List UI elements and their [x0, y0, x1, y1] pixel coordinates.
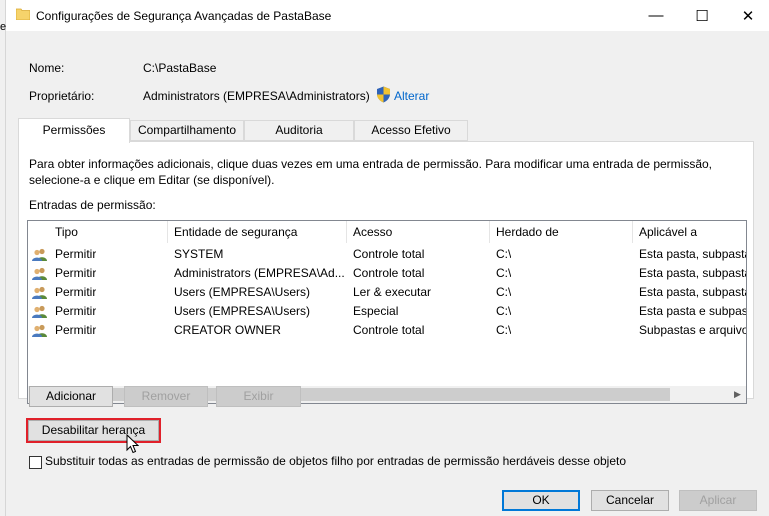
cell-acesso: Especial — [353, 304, 399, 318]
dialog-body: Nome: C:\PastaBase Proprietário: Adminis… — [6, 31, 769, 516]
cell-tipo: Permitir — [55, 266, 97, 280]
table-row[interactable]: Permitir Users (EMPRESA\Users) Especial … — [28, 302, 747, 321]
cell-herdado: C:\ — [496, 266, 512, 280]
cancel-button[interactable]: Cancelar — [591, 490, 669, 511]
owner-value: Administrators (EMPRESA\Administrators) — [143, 89, 370, 103]
table-row[interactable]: Permitir SYSTEM Controle total C:\ Esta … — [28, 245, 746, 264]
cell-aplicavel: Esta pasta, subpastas e arquivos — [639, 285, 746, 299]
highlight-box — [26, 418, 161, 443]
table-row[interactable]: Permitir Users (EMPRESA\Users) Ler & exe… — [28, 283, 746, 302]
permission-entries-list[interactable]: Tipo Entidade de segurança Acesso Herdad… — [27, 220, 747, 404]
cell-acesso: Controle total — [353, 323, 425, 337]
cell-entidade: CREATOR OWNER — [174, 323, 281, 337]
entries-label: Entradas de permissão: — [29, 198, 156, 212]
apply-button[interactable]: Aplicar — [679, 490, 757, 511]
scroll-right-icon[interactable]: ▶ — [729, 386, 746, 403]
instructions-line-1: Para obter informações adicionais, cliqu… — [29, 157, 713, 171]
name-value: C:\PastaBase — [143, 61, 217, 75]
cell-entidade: SYSTEM — [174, 247, 224, 261]
tab-acesso-efetivo[interactable]: Acesso Efetivo — [354, 120, 468, 141]
users-icon — [32, 267, 47, 280]
title-bar[interactable]: Configurações de Segurança Avançadas de … — [6, 0, 769, 31]
view-button[interactable]: Exibir — [216, 386, 301, 407]
column-header-acesso[interactable]: Acesso — [347, 221, 490, 243]
tab-auditoria[interactable]: Auditoria — [244, 120, 354, 141]
cell-aplicavel: Esta pasta, subpastas e arquivos — [639, 266, 746, 280]
cell-tipo: Permitir — [55, 247, 97, 261]
cell-herdado: C:\ — [496, 247, 512, 261]
users-icon — [32, 286, 47, 299]
cell-acesso: Ler & executar — [353, 285, 432, 299]
users-icon — [32, 305, 47, 318]
cell-aplicavel: Esta pasta e subpastas — [639, 304, 747, 318]
replace-entries-label[interactable]: Substituir todas as entradas de permissã… — [45, 454, 626, 468]
instructions-line-2: selecione-a e clique em Editar (se dispo… — [29, 173, 275, 187]
owner-label: Proprietário: — [29, 89, 95, 103]
cell-tipo: Permitir — [55, 285, 97, 299]
add-button[interactable]: Adicionar — [29, 386, 113, 407]
cell-entidade: Users (EMPRESA\Users) — [174, 304, 311, 318]
cell-entidade: Administrators (EMPRESA\Ad... — [174, 266, 344, 280]
minimize-button[interactable]: — — [633, 0, 679, 31]
cell-acesso: Controle total — [353, 266, 425, 280]
table-row[interactable]: Permitir CREATOR OWNER Controle total C:… — [28, 321, 746, 340]
maximize-button[interactable]: ☐ — [679, 0, 725, 31]
cell-herdado: C:\ — [496, 304, 512, 318]
window-title: Configurações de Segurança Avançadas de … — [36, 9, 332, 23]
mouse-cursor-icon — [126, 434, 139, 454]
column-header-tipo[interactable]: Tipo — [28, 221, 168, 243]
cell-aplicavel: Subpastas e arquivos somente — [639, 323, 746, 337]
cell-aplicavel: Esta pasta, subpastas e arquivos — [639, 247, 746, 261]
cell-herdado: C:\ — [496, 323, 512, 337]
cell-herdado: C:\ — [496, 285, 512, 299]
users-icon — [32, 248, 47, 261]
cell-tipo: Permitir — [55, 323, 97, 337]
change-owner-link[interactable]: Alterar — [394, 89, 429, 103]
folder-icon — [16, 8, 30, 20]
users-icon — [32, 324, 47, 337]
replace-entries-checkbox[interactable] — [29, 456, 42, 469]
uac-shield-icon — [377, 86, 390, 103]
column-header-herdado[interactable]: Herdado de — [490, 221, 633, 243]
cell-tipo: Permitir — [55, 304, 97, 318]
remove-button[interactable]: Remover — [124, 386, 208, 407]
table-row[interactable]: Permitir Administrators (EMPRESA\Ad... C… — [28, 264, 746, 283]
column-header-entidade[interactable]: Entidade de segurança — [168, 221, 347, 243]
cell-acesso: Controle total — [353, 247, 425, 261]
cell-entidade: Users (EMPRESA\Users) — [174, 285, 311, 299]
tab-compartilhamento[interactable]: Compartilhamento — [130, 120, 244, 141]
column-header-aplicavel[interactable]: Aplicável a — [633, 221, 746, 243]
name-label: Nome: — [29, 61, 65, 75]
tab-permissoes[interactable]: Permissões — [18, 118, 130, 143]
ok-button[interactable]: OK — [502, 490, 580, 511]
close-button[interactable]: ✕ — [725, 0, 769, 31]
